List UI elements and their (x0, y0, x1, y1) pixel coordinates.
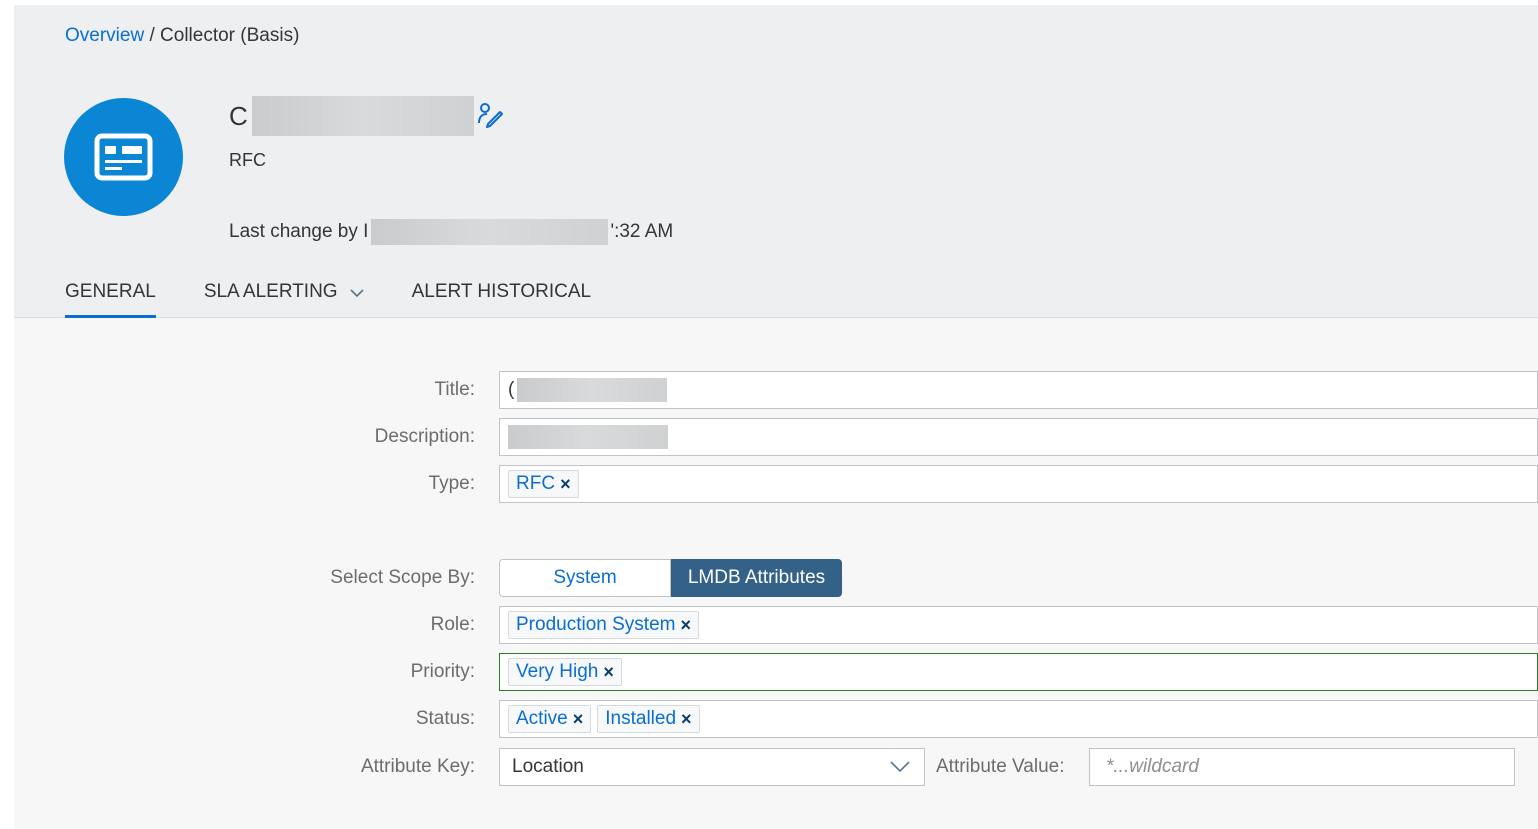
chevron-down-icon (350, 289, 364, 298)
title-label: Title: (434, 379, 475, 400)
card-icon (94, 133, 153, 181)
status-multi-input[interactable]: Active × Installed × (499, 700, 1538, 738)
redacted-title (251, 96, 474, 136)
close-icon[interactable]: × (680, 615, 691, 636)
status-token[interactable]: Installed × (597, 705, 700, 733)
title-field-value: ( (508, 379, 515, 400)
tab-bar: GENERAL SLA ALERTING ALERT HISTORICAL (65, 279, 639, 318)
tab-alert-historical[interactable]: ALERT HISTORICAL (412, 279, 592, 318)
last-change-prefix: Last change by I (229, 221, 369, 242)
close-icon[interactable]: × (603, 662, 614, 683)
token-label: Installed (605, 708, 677, 729)
tab-label: GENERAL (65, 281, 156, 302)
attribute-key-value: Location (512, 756, 584, 777)
chevron-down-icon (890, 761, 910, 773)
page: Overview / Collector (Basis) C RFC Last … (14, 5, 1538, 829)
status-token[interactable]: Active × (508, 705, 592, 733)
attribute-key-select[interactable]: Location (499, 748, 925, 786)
description-field[interactable] (499, 418, 1538, 456)
attribute-key-label: Attribute Key: (360, 756, 475, 777)
object-title: C (229, 95, 474, 137)
object-subtitle: RFC (229, 150, 266, 170)
attribute-value-label: Attribute Value: (936, 756, 1065, 777)
last-change-suffix: ':32 AM (610, 221, 674, 242)
redacted-last-change (371, 219, 609, 245)
title-field[interactable]: ( (499, 371, 1538, 409)
token-label: Very High (516, 661, 599, 682)
edit-person-icon[interactable] (477, 102, 503, 128)
last-change-info: Last change by I ':32 AM (229, 218, 673, 246)
token-label: Production System (516, 614, 676, 635)
priority-token[interactable]: Very High × (508, 658, 622, 686)
scope-label: Select Scope By: (330, 567, 475, 588)
tab-label: SLA ALERTING (203, 281, 338, 302)
close-icon[interactable]: × (560, 474, 571, 495)
attribute-value-input[interactable] (1089, 748, 1515, 786)
description-label: Description: (374, 426, 475, 447)
breadcrumb-separator: / (144, 25, 161, 46)
token-label: Active (516, 708, 568, 729)
role-token[interactable]: Production System × (508, 611, 699, 639)
redacted-title-value (517, 378, 668, 402)
object-title-text: C (229, 100, 248, 131)
role-label: Role: (430, 614, 475, 635)
status-label: Status: (415, 708, 475, 729)
scope-segmented-button: System LMDB Attributes (499, 559, 842, 597)
priority-label: Priority: (410, 661, 475, 682)
breadcrumb: Overview / Collector (Basis) (65, 25, 299, 47)
tab-label: ALERT HISTORICAL (411, 281, 592, 302)
breadcrumb-current: Collector (Basis) (160, 25, 300, 46)
scope-option-lmdb-attributes[interactable]: LMDB Attributes (671, 559, 842, 597)
avatar (64, 98, 183, 216)
object-header: Overview / Collector (Basis) C RFC Last … (14, 5, 1538, 318)
type-label: Type: (428, 473, 475, 494)
priority-multi-input[interactable]: Very High × (499, 653, 1538, 691)
type-multi-input[interactable]: RFC × (499, 465, 1538, 503)
scope-option-system[interactable]: System (499, 559, 671, 597)
close-icon[interactable]: × (573, 709, 584, 730)
type-token[interactable]: RFC × (508, 470, 579, 498)
role-multi-input[interactable]: Production System × (499, 606, 1538, 644)
tab-sla-alerting[interactable]: SLA ALERTING (204, 279, 364, 318)
redacted-description-value (508, 425, 668, 449)
breadcrumb-link-overview[interactable]: Overview (65, 25, 144, 46)
tab-general[interactable]: GENERAL (65, 279, 156, 318)
close-icon[interactable]: × (681, 709, 692, 730)
token-label: RFC (516, 473, 556, 494)
